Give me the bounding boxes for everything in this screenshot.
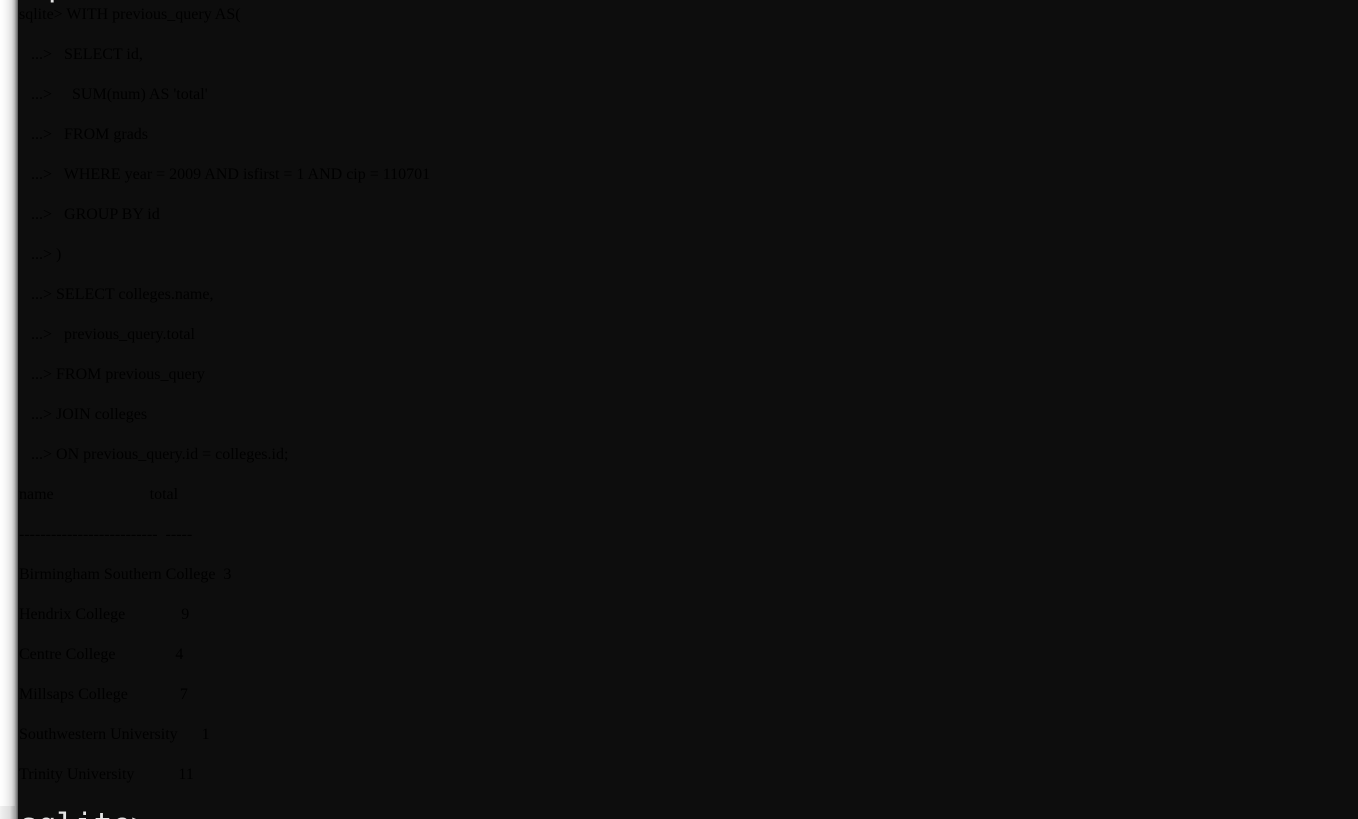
input-line: ...> previous_query.total	[19, 326, 195, 343]
input-line: ...> ON previous_query.id = colleges.id;	[19, 446, 289, 463]
table-row: Birmingham Southern College 3	[19, 566, 232, 583]
vertical-scrollbar-track[interactable]	[0, 0, 18, 819]
input-line: ...> SELECT id,	[19, 46, 143, 63]
table-row: Hendrix College 9	[19, 606, 190, 623]
input-line: ...> JOIN colleges	[19, 406, 148, 423]
result-table-separator: -------------------------- -----	[19, 526, 193, 543]
input-line: ...> GROUP BY id	[19, 206, 160, 223]
table-row: Centre College 4	[19, 646, 184, 663]
terminal-window[interactable]: sqlite> .mode column sqlite> WITH previo…	[0, 0, 1358, 819]
table-row: Trinity University 11	[19, 766, 194, 783]
input-line: ...> FROM previous_query	[19, 366, 205, 383]
input-line: ...> WHERE year = 2009 AND isfirst = 1 A…	[19, 166, 431, 183]
vertical-scrollbar-thumb[interactable]	[0, 0, 18, 806]
input-line: ...> FROM grads	[19, 126, 149, 143]
table-row: Southwestern University 1	[19, 726, 210, 743]
vertical-scrollbar-end-cap[interactable]	[0, 806, 18, 819]
table-row: Millsaps College 7	[19, 686, 188, 703]
next-prompt-line: sqlite>	[19, 805, 150, 819]
terminal-output[interactable]: sqlite> WITH previous_query AS( ...> SEL…	[19, 6, 430, 806]
input-line: ...> )	[19, 246, 62, 263]
input-line: sqlite> WITH previous_query AS(	[19, 6, 241, 23]
input-line: ...> SELECT colleges.name,	[19, 286, 214, 303]
input-line: ...> SUM(num) AS 'total'	[19, 86, 208, 103]
result-table-header: name total	[19, 486, 179, 503]
